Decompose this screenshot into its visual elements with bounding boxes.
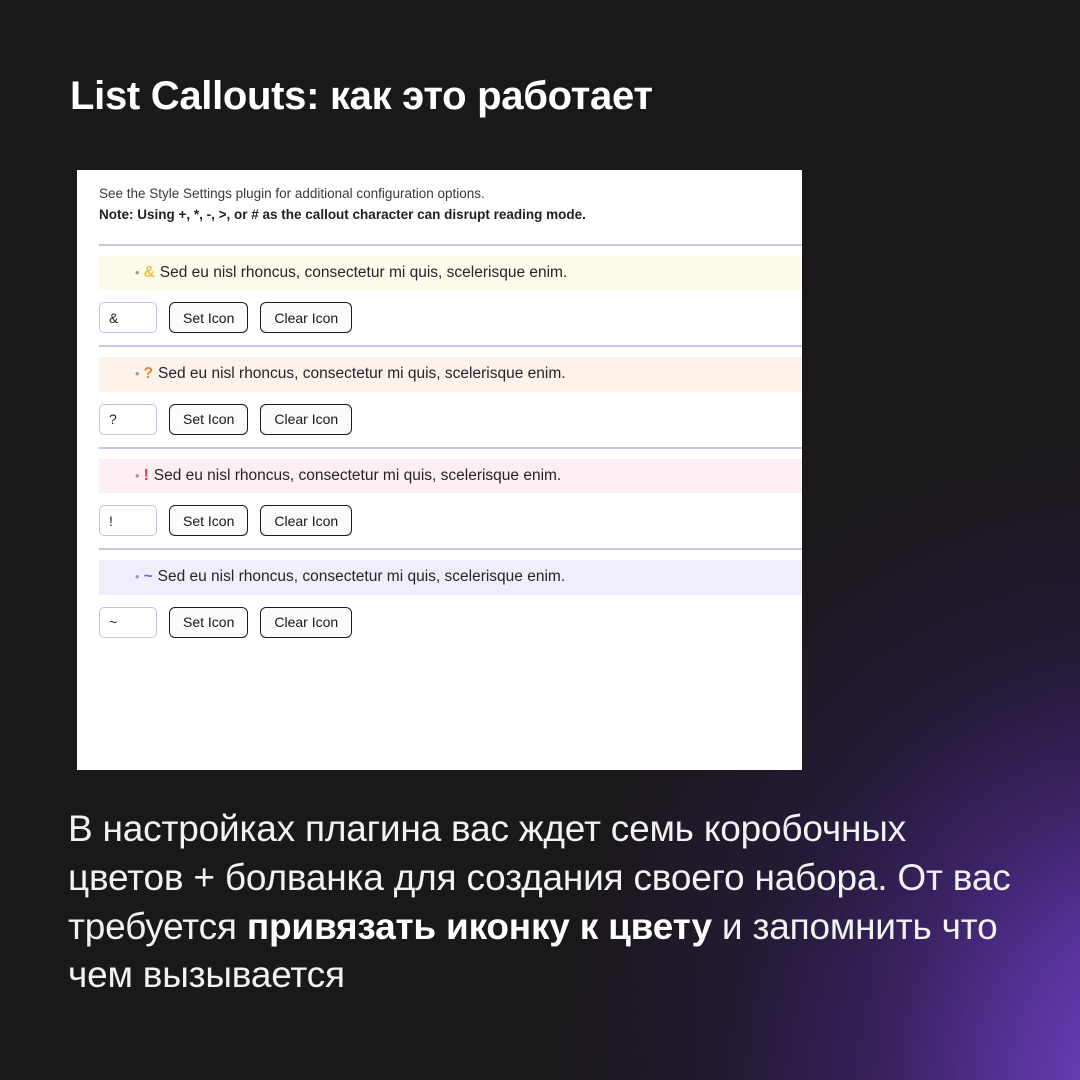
panel-header-note-line2: Note: Using +, *, -, >, or # as the call…	[99, 206, 586, 222]
callout-character-input[interactable]: ?	[99, 403, 157, 435]
callout-controls-row: & Set Icon Clear Icon	[77, 290, 802, 345]
callout-character-input[interactable]: ~	[99, 606, 157, 638]
panel-header-note-line1: See the Style Settings plugin for additi…	[99, 186, 485, 201]
set-icon-button[interactable]: Set Icon	[169, 606, 249, 638]
bullet-icon: •	[135, 569, 140, 585]
callout-controls-row: ! Set Icon Clear Icon	[77, 493, 802, 548]
clear-icon-button[interactable]: Clear Icon	[260, 505, 353, 537]
callout-preview-row: • & Sed eu nisl rhoncus, consectetur mi qu…	[99, 255, 802, 291]
callout-character-input[interactable]: &	[99, 302, 157, 334]
callout-setting-group: •? Sed eu nisl rhoncus, consectetur mi qu…	[77, 347, 802, 449]
callout-preview-row: •! Sed eu nisl rhoncus, consectetur mi qu…	[99, 458, 802, 494]
callout-character-glyph: !	[143, 466, 149, 484]
set-icon-button[interactable]: Set Icon	[169, 505, 249, 537]
callout-character-glyph: &	[143, 263, 155, 281]
callout-character-input[interactable]: !	[99, 505, 157, 537]
bullet-icon: •	[135, 264, 140, 280]
callout-setting-group: • & Sed eu nisl rhoncus, consectetur mi qu…	[77, 246, 802, 348]
slide: List Callouts: как это работает See the …	[0, 0, 1080, 1080]
page-title: List Callouts: как это работает	[70, 74, 653, 118]
callout-character-glyph: ?	[143, 365, 154, 383]
callout-controls-row: ? Set Icon Clear Icon	[77, 392, 802, 447]
caption-paragraph: В настройках плагина вас ждет семь короб…	[68, 805, 1018, 1000]
callout-setting-group: •! Sed eu nisl rhoncus, consectetur mi qu…	[77, 449, 802, 551]
bullet-icon: •	[135, 467, 140, 483]
clear-icon-button[interactable]: Clear Icon	[260, 302, 353, 334]
callout-settings-list: • & Sed eu nisl rhoncus, consectetur mi qu…	[77, 246, 802, 650]
callout-sample-text: Sed eu nisl rhoncus, consectetur mi quis…	[159, 263, 568, 281]
set-icon-button[interactable]: Set Icon	[169, 302, 249, 334]
callout-sample-text: Sed eu nisl rhoncus, consectetur mi quis…	[157, 568, 566, 586]
callout-preview-row: •? Sed eu nisl rhoncus, consectetur mi qu…	[99, 357, 802, 392]
callout-sample-text: Sed eu nisl rhoncus, consectetur mi quis…	[158, 365, 566, 383]
bullet-icon: •	[135, 366, 140, 382]
callout-sample-text: Sed eu nisl rhoncus, consectetur mi quis…	[153, 466, 562, 484]
callout-setting-group: • ~ Sed eu nisl rhoncus, consectetur mi qu…	[77, 550, 802, 649]
callout-controls-row: ~ Set Icon Clear Icon	[77, 595, 802, 650]
settings-panel-screenshot: See the Style Settings plugin for additi…	[77, 170, 802, 770]
callout-preview-row: • ~ Sed eu nisl rhoncus, consectetur mi qu…	[99, 560, 802, 595]
panel-header: See the Style Settings plugin for additi…	[77, 170, 802, 226]
clear-icon-button[interactable]: Clear Icon	[260, 403, 353, 435]
set-icon-button[interactable]: Set Icon	[169, 403, 249, 435]
caption-bold: привязать иконку к цвету	[246, 905, 712, 947]
clear-icon-button[interactable]: Clear Icon	[260, 606, 353, 638]
callout-character-glyph: ~	[143, 568, 153, 586]
